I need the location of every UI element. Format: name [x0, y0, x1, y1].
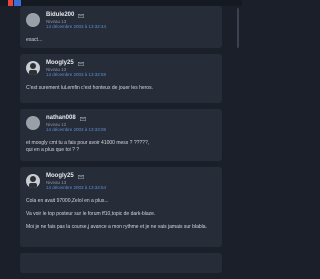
post-date-link[interactable]: 14 décembre 2003 à 13:32:44 [46, 24, 106, 29]
avatar[interactable] [26, 13, 40, 27]
post-text: Va voir le top posteur sur le forum ff10… [26, 211, 156, 217]
post-text: Moi je ne fais pas la course,j avance a … [26, 224, 207, 230]
post-body: Cola en avait 97000,Zelol en a plus... V… [26, 198, 216, 231]
post-card [20, 253, 222, 273]
post-card: Bidule200 Niveau 13 14 décembre 2003 à 1… [20, 6, 222, 48]
post-meta: Moogly25 Niveau 13 14 décembre 2003 à 13… [46, 60, 106, 77]
post-date-link[interactable]: 14 décembre 2003 à 13:32:59 [46, 72, 106, 77]
post-meta: Bidule200 Niveau 13 14 décembre 2003 à 1… [46, 12, 106, 29]
post-card: nathan008 Niveau 12 14 décembre 2003 à 1… [20, 109, 222, 161]
avatar[interactable] [26, 61, 40, 75]
envelope-icon[interactable] [77, 61, 84, 66]
username-link[interactable]: nathan008 [46, 115, 76, 122]
post-meta: nathan008 Niveau 12 14 décembre 2003 à 1… [46, 115, 106, 132]
post-date-link[interactable]: 14 décembre 2003 à 13:33:08 [46, 127, 106, 132]
post-date-link[interactable]: 14 décembre 2003 à 13:34:54 [46, 185, 106, 190]
post-text: et moogly cmt tu a fais pour avoir 41000… [26, 140, 150, 146]
post-body: C'est surement luLemfin c'est honteux de… [26, 85, 216, 92]
post-text: C'est surement luLemfin c'est honteux de… [26, 85, 153, 91]
post-text: Cola en avait 97000,Zelol en a plus... [26, 198, 109, 204]
post-header: Bidule200 Niveau 13 14 décembre 2003 à 1… [26, 12, 216, 29]
scrollbar[interactable] [237, 8, 239, 48]
envelope-icon[interactable] [77, 174, 84, 179]
avatar[interactable] [26, 116, 40, 130]
post-header: Moogly25 Niveau 13 14 décembre 2003 à 13… [26, 173, 216, 190]
post-header: nathan008 Niveau 12 14 décembre 2003 à 1… [26, 115, 216, 132]
post-card: Moogly25 Niveau 13 14 décembre 2003 à 13… [20, 54, 222, 103]
post-list: Bidule200 Niveau 13 14 décembre 2003 à 1… [20, 6, 222, 279]
post-card: Moogly25 Niveau 13 14 décembre 2003 à 13… [20, 167, 222, 247]
post-text: exact... [26, 37, 43, 43]
post-text: qui en a plus que toi ? ? [26, 147, 80, 153]
user-avatar-icon [29, 176, 37, 188]
user-avatar-icon [29, 63, 37, 75]
username-link[interactable]: Moogly25 [46, 173, 74, 180]
envelope-icon[interactable] [78, 13, 85, 18]
post-meta: Moogly25 Niveau 13 14 décembre 2003 à 13… [46, 173, 106, 190]
envelope-icon[interactable] [79, 116, 86, 121]
avatar[interactable] [26, 174, 40, 188]
username-link[interactable]: Bidule200 [46, 12, 74, 19]
post-body: et moogly cmt tu a fais pour avoir 41000… [26, 140, 216, 154]
post-body: exact... [26, 37, 216, 44]
post-header: Moogly25 Niveau 13 14 décembre 2003 à 13… [26, 60, 216, 77]
username-link[interactable]: Moogly25 [46, 60, 74, 67]
